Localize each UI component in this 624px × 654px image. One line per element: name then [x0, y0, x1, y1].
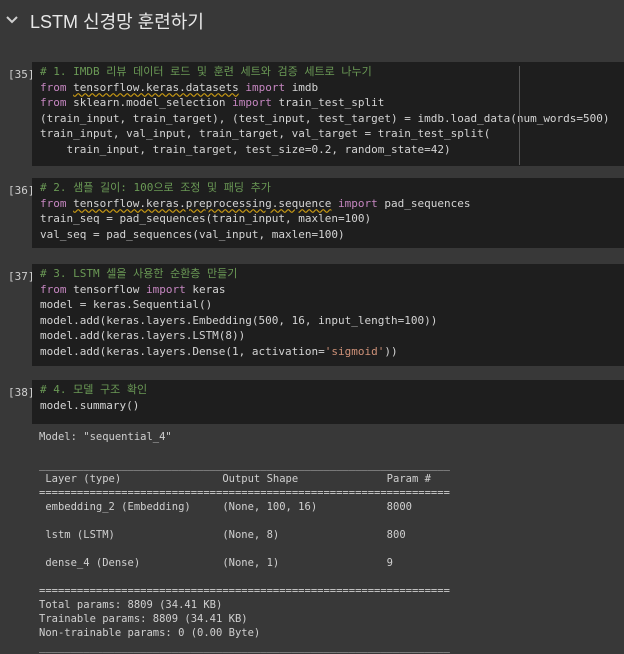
- code-token: from: [40, 282, 74, 296]
- code-token: # 4. 모델 구조 확인: [40, 383, 148, 396]
- output-line: Layer (type) Output Shape Param #: [39, 473, 450, 485]
- code-token: train_input, train_target, test_size=0.2…: [40, 142, 451, 156]
- output-line: ========================================…: [39, 487, 450, 499]
- code-line: from tensorflow.keras.datasets import im…: [40, 80, 610, 96]
- code-line: train_seq = pad_sequences(train_input, m…: [40, 211, 470, 227]
- ruler-line: [519, 66, 520, 165]
- code-line: from tensorflow import keras: [40, 282, 437, 298]
- code-token: 'sigmoid': [324, 344, 385, 358]
- code-line: # 3. LSTM 셀을 사용한 순환층 만들기: [40, 266, 437, 282]
- code-line: val_seq = pad_sequences(val_input, maxle…: [40, 227, 470, 243]
- code-token: # 2. 샘플 길이: 100으로 조정 및 패딩 추가: [40, 181, 271, 194]
- code-token: import: [238, 80, 292, 94]
- code-token: import: [225, 96, 279, 109]
- code-cell-36[interactable]: [36] # 2. 샘플 길이: 100으로 조정 및 패딩 추가 from te…: [0, 178, 624, 248]
- output-line: Non-trainable params: 0 (0.00 Byte): [39, 627, 261, 639]
- code-token: tensorflow.keras.datasets: [73, 80, 239, 94]
- output-line: ________________________________________…: [39, 641, 450, 653]
- code-line: model.add(keras.layers.Embedding(500, 16…: [40, 313, 437, 329]
- execution-count: [36]: [8, 184, 35, 197]
- code-line: # 4. 모델 구조 확인: [40, 382, 147, 398]
- code-token: from: [40, 80, 74, 94]
- code-token: # 3. LSTM 셀을 사용한 순환층 만들기: [40, 267, 238, 280]
- code-token: sklearn.model_selection: [73, 96, 226, 109]
- code-token: model.add(keras.layers.LSTM(8)): [40, 329, 246, 342]
- output-line: ________________________________________…: [39, 459, 450, 471]
- code-cell-37[interactable]: [37] # 3. LSTM 셀을 사용한 순환층 만들기 from tensor…: [0, 264, 624, 366]
- code-token: from: [40, 196, 74, 210]
- code-token: imdb: [291, 80, 319, 94]
- code-token: tensorflow.keras.preprocessing.sequence: [73, 196, 332, 210]
- code-cell-38[interactable]: [38] # 4. 모델 구조 확인 model.summary(): [0, 380, 624, 424]
- code-line: train_input, train_target, test_size=0.2…: [40, 142, 610, 158]
- code-token: # 1. IMDB 리뷰 데이터 로드 및 훈련 세트와 검증 세트로 나누기: [40, 65, 372, 78]
- code-token: pad_sequences: [384, 196, 471, 210]
- code-text[interactable]: # 2. 샘플 길이: 100으로 조정 및 패딩 추가 from tensorf…: [40, 180, 470, 242]
- code-token: model.add(keras.layers.Embedding(500, 16…: [40, 313, 438, 327]
- execution-count: [35]: [8, 68, 35, 81]
- code-token: keras: [192, 282, 226, 296]
- code-token: train_seq = pad_sequences(train_input, m…: [40, 212, 372, 225]
- code-line: # 1. IMDB 리뷰 데이터 로드 및 훈련 세트와 검증 세트로 나누기: [40, 64, 610, 80]
- code-token: model = keras.Sequential(): [40, 298, 213, 311]
- code-token: tensorflow: [73, 282, 140, 296]
- section-header[interactable]: LSTM 신경망 훈련하기: [0, 0, 624, 44]
- code-token: (train_input, train_target), (test_input…: [40, 111, 610, 125]
- chevron-down-icon[interactable]: [4, 11, 20, 27]
- code-token: import: [139, 282, 193, 296]
- code-text[interactable]: # 3. LSTM 셀을 사용한 순환층 만들기 from tensorflow …: [40, 266, 437, 359]
- code-line: model.summary(): [40, 398, 147, 414]
- code-token: val_seq = pad_sequences(val_input, maxle…: [40, 227, 345, 241]
- code-token: import: [331, 196, 385, 210]
- section-title: LSTM 신경망 훈련하기: [30, 12, 204, 32]
- output-line: Trainable params: 8809 (34.41 KB): [39, 613, 248, 625]
- output-line: ========================================…: [39, 585, 450, 597]
- code-token: model.add(keras.layers.Dense(1, activati…: [40, 344, 325, 358]
- code-line: from sklearn.model_selection import trai…: [40, 95, 610, 111]
- output-line: Total params: 8809 (34.41 KB): [39, 599, 223, 611]
- code-cell-35[interactable]: [35] # 1. IMDB 리뷰 데이터 로드 및 훈련 세트와 검증 세트로…: [0, 62, 624, 166]
- output-line: dense_4 (Dense) (None, 1) 9: [39, 557, 450, 569]
- code-line: train_input, val_input, train_target, va…: [40, 126, 610, 142]
- code-line: model = keras.Sequential(): [40, 297, 437, 313]
- code-token: model.summary(): [40, 398, 140, 412]
- code-token: )): [384, 344, 398, 358]
- code-text[interactable]: # 4. 모델 구조 확인 model.summary(): [40, 382, 147, 413]
- output-line: embedding_2 (Embedding) (None, 100, 16) …: [39, 501, 450, 513]
- execution-count: [37]: [8, 270, 35, 283]
- code-line: (train_input, train_target), (test_input…: [40, 111, 610, 127]
- output-line: Model: "sequential_4": [39, 431, 172, 443]
- execution-count: [38]: [8, 386, 35, 399]
- code-line: model.add(keras.layers.LSTM(8)): [40, 328, 437, 344]
- code-token: train_input, val_input, train_target, va…: [40, 127, 491, 140]
- code-line: model.add(keras.layers.Dense(1, activati…: [40, 344, 437, 360]
- code-token: from: [40, 96, 74, 109]
- cell-output: Model: "sequential_4" __________________…: [39, 430, 450, 654]
- output-line: lstm (LSTM) (None, 8) 800: [39, 529, 450, 541]
- code-text[interactable]: # 1. IMDB 리뷰 데이터 로드 및 훈련 세트와 검증 세트로 나누기 f…: [40, 64, 610, 157]
- code-token: train_test_split: [278, 96, 385, 109]
- code-line: from tensorflow.keras.preprocessing.sequ…: [40, 196, 470, 212]
- code-line: # 2. 샘플 길이: 100으로 조정 및 패딩 추가: [40, 180, 470, 196]
